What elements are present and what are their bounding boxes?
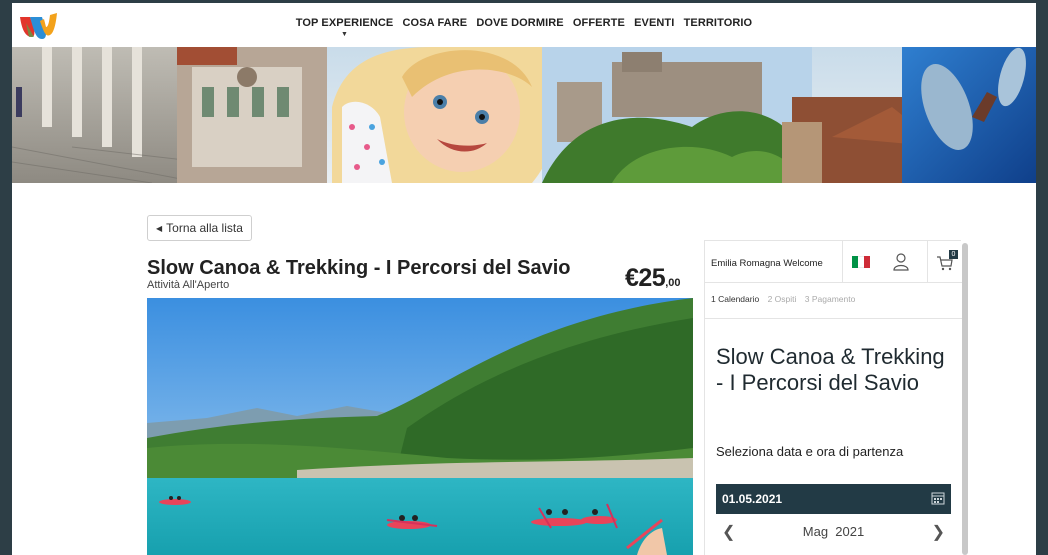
header: TOP EXPERIENCE ▼ COSA FARE DOVE DORMIRE O… <box>12 3 1036 47</box>
nav-item-dove-dormire[interactable]: DOVE DORMIRE <box>476 17 563 29</box>
back-label: Torna alla lista <box>166 221 243 235</box>
main-nav: TOP EXPERIENCE ▼ COSA FARE DOVE DORMIRE O… <box>12 17 1036 38</box>
page: TOP EXPERIENCE ▼ COSA FARE DOVE DORMIRE O… <box>12 3 1036 555</box>
widget-title: Slow Canoa & Trekking - I Percorsi del S… <box>716 344 945 395</box>
booking-steps: 1 Calendario 2 Ospiti 3 Pagamento <box>711 294 861 304</box>
nav-item-territorio[interactable]: TERRITORIO <box>684 17 753 29</box>
nav-item-offerte[interactable]: OFFERTE <box>573 17 625 29</box>
chevron-down-icon: ▼ <box>341 31 349 38</box>
product-price: €25,00 <box>625 264 681 293</box>
product-photo[interactable] <box>147 298 693 555</box>
hero-banner <box>12 47 1036 183</box>
account-button[interactable] <box>885 241 917 283</box>
calendar-icon <box>931 492 945 505</box>
product-title: Slow Canoa & Trekking - I Percorsi del S… <box>147 257 571 279</box>
language-selector[interactable] <box>842 241 874 283</box>
selected-date-field[interactable]: 01.05.2021 <box>716 484 951 514</box>
italian-flag-icon <box>852 256 870 268</box>
selected-date: 01.05.2021 <box>722 492 783 506</box>
back-to-list-button[interactable]: ◀ Torna alla lista <box>147 215 252 241</box>
booking-widget: Emilia Romagna Welcome 0 1 Calendario 2 … <box>704 240 962 555</box>
step-guests[interactable]: 2 Ospiti <box>768 294 797 304</box>
divider <box>705 318 962 319</box>
nav-item-eventi[interactable]: EVENTI <box>634 17 674 29</box>
widget-header: Emilia Romagna Welcome 0 <box>705 241 962 283</box>
month-label: Mag 2021 <box>716 524 951 539</box>
cart-button[interactable]: 0 <box>927 241 959 283</box>
step-calendar[interactable]: 1 Calendario <box>711 294 759 304</box>
cart-count-badge: 0 <box>949 250 958 259</box>
price-main: €25 <box>625 264 666 292</box>
month-name: Mag <box>802 524 829 539</box>
product-category: Attività All'Aperto <box>147 279 230 291</box>
user-icon <box>893 253 909 271</box>
select-date-label: Seleziona data e ora di partenza <box>716 444 904 459</box>
step-payment[interactable]: 3 Pagamento <box>805 294 856 304</box>
nav-item-top-experience[interactable]: TOP EXPERIENCE ▼ <box>296 17 394 38</box>
month-navigator: ❮ Mag 2021 ❯ <box>716 521 951 543</box>
month-year: 2021 <box>835 524 865 539</box>
nav-item-cosa-fare[interactable]: COSA FARE <box>403 17 468 29</box>
chevron-right-icon[interactable]: ❯ <box>932 522 945 542</box>
widget-brand: Emilia Romagna Welcome <box>711 258 823 269</box>
widget-scrollbar[interactable] <box>962 243 968 555</box>
chevron-left-icon: ◀ <box>156 224 163 233</box>
price-cents: ,00 <box>665 277 681 289</box>
